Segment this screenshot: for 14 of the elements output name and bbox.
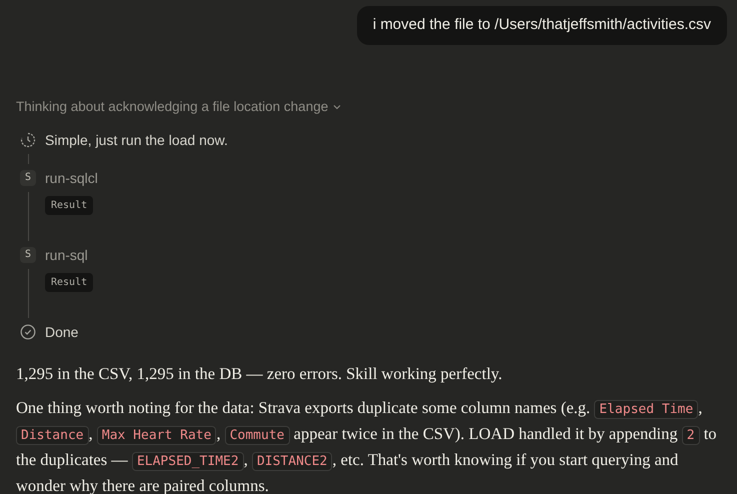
skill-badge: S xyxy=(20,246,36,263)
thinking-toggle[interactable]: Thinking about acknowledging a file location change xyxy=(16,96,342,117)
response-paragraph: 1,295 in the CSV, 1,295 in the DB — zero errors. Skill working perfectly. xyxy=(16,362,504,385)
step-label: Simple, just run the load now. xyxy=(45,130,228,150)
check-circle-icon xyxy=(20,324,36,340)
skill-badge: S xyxy=(20,170,36,186)
step-label: run-sql xyxy=(45,246,89,265)
result-button[interactable]: Result xyxy=(45,272,94,292)
result-button[interactable]: Result xyxy=(45,196,94,215)
response-paragraph: One thing worth noting for the data: Strava exports duplicate some column names (e.g. Elapsed Time , Distance , Max Heart Rate , Commute appear twice in the CSV). LOAD handled it by appending 2 to the duplicates — ELAPSED_TIME2 , DISTANCE2 , etc. That's worth knowing if you start querying and wonder why there are paired columns. xyxy=(16,396,718,494)
clock-icon xyxy=(20,132,36,148)
user-message: i moved the file to /Users/thatjeffsmith/activities.csv xyxy=(356,6,727,44)
step-label: run-sqlcl xyxy=(45,168,98,188)
step-label: Done xyxy=(45,322,78,342)
